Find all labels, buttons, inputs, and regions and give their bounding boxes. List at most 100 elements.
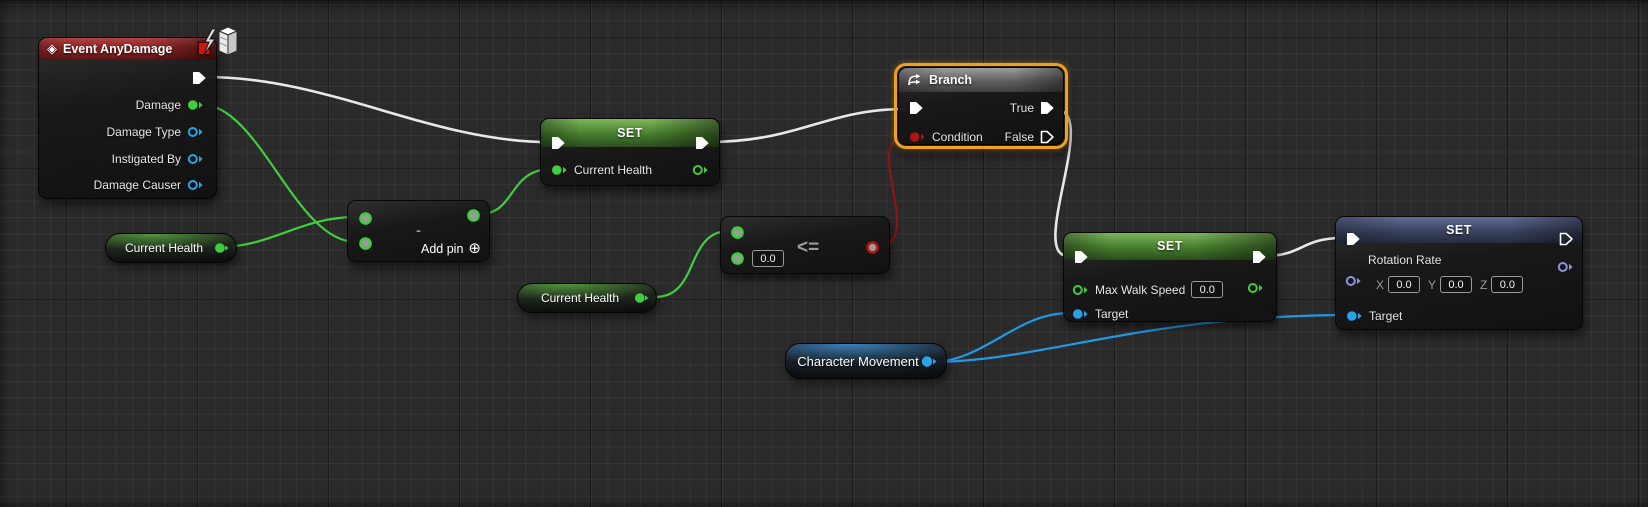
character-movement-label: Character Movement: [797, 353, 919, 369]
wire-exec-event-to-set-currenthealth[interactable]: [204, 75, 551, 144]
rotation-rate-x-field[interactable]: [1388, 276, 1421, 293]
set-max-walk-speed-output-pin[interactable]: [1247, 282, 1264, 297]
set-rotation-rate-title: SET: [1446, 222, 1472, 237]
node-set-max-walk-speed[interactable]: SET Max Walk Speed Target: [1063, 232, 1277, 322]
less-equal-output-pin[interactable]: [865, 240, 880, 258]
branch-false-exec-pin: [1040, 130, 1054, 144]
subtract-input-b-pin[interactable]: [358, 236, 373, 254]
damage-pin-label: Damage: [135, 98, 181, 112]
current-health-1-output-pin[interactable]: [214, 242, 229, 257]
event-damagetype-pin-row[interactable]: Damage Type: [107, 125, 205, 139]
target-pin-icon: [1073, 309, 1088, 319]
branch-selection-outline: Branch Condition True False: [894, 63, 1068, 149]
axis-z-label: Z: [1480, 277, 1488, 292]
branch-true-label: True: [1009, 101, 1034, 115]
node-branch[interactable]: Branch Condition True False: [898, 67, 1064, 145]
set-max-walk-speed-input-row[interactable]: Max Walk Speed: [1072, 281, 1224, 298]
branch-header: Branch: [899, 68, 1063, 92]
set-current-health-header: SET: [541, 119, 719, 147]
target-pin-label: Target: [1095, 307, 1129, 321]
event-damage-pin-row[interactable]: Damage: [136, 98, 204, 112]
branch-true-row[interactable]: True: [1010, 101, 1055, 115]
rotation-rate-xyz-row: X Y Z: [1376, 276, 1524, 293]
event-exec-out-pin[interactable]: [192, 71, 207, 88]
max-walk-speed-pin-icon: [1072, 284, 1088, 295]
less-equal-b-value-field[interactable]: [752, 250, 784, 267]
current-health-1-label: Current Health: [124, 241, 204, 255]
set-max-walk-speed-target-row[interactable]: Target: [1072, 307, 1128, 321]
set-rotation-rate-header: SET: [1336, 217, 1582, 243]
subtract-operator-glyph: -: [416, 222, 421, 238]
rotation-rate-z-field[interactable]: [1491, 276, 1524, 293]
set-current-health-exec-out-pin[interactable]: [695, 136, 710, 153]
event-diamond-icon: ◈: [47, 40, 57, 56]
branch-true-exec-pin: [1041, 102, 1054, 114]
set-rotation-rate-target-row[interactable]: Target: [1346, 309, 1402, 323]
character-movement-output-pin[interactable]: [921, 355, 937, 371]
damage-type-pin-label: Damage Type: [106, 125, 182, 139]
branch-condition-label: Condition: [932, 130, 983, 144]
event-node-corner-icon: [203, 26, 239, 56]
node-get-current-health-1[interactable]: Current Health: [105, 233, 237, 263]
set-current-health-input-row[interactable]: Current Health: [551, 163, 652, 177]
set-rotation-rate-exec-in-pin[interactable]: [1346, 232, 1361, 249]
circled-plus-icon: ⊕: [468, 240, 481, 257]
less-equal-input-a-pin[interactable]: [730, 225, 745, 243]
node-get-character-movement[interactable]: Character Movement: [785, 343, 947, 379]
node-event-anydamage[interactable]: ◈ Event AnyDamage Damage Damage Type Ins…: [38, 26, 239, 199]
wire-currenthealth2-to-lessequal[interactable]: [653, 229, 731, 299]
set-rotation-rate-output-pin[interactable]: [1557, 261, 1574, 276]
set-max-walk-speed-title: SET: [1157, 239, 1183, 253]
axis-y-label: Y: [1428, 277, 1437, 292]
branch-condition-pin-icon: [910, 132, 925, 142]
blueprint-graph-canvas[interactable]: ◈ Event AnyDamage Damage Damage Type Ins…: [0, 0, 1648, 507]
set-rotation-rate-exec-out-pin[interactable]: [1559, 232, 1574, 249]
less-equal-operator-glyph: <=: [797, 237, 820, 258]
wire-charactermovement-to-setrotationrate-target[interactable]: [928, 313, 1346, 364]
axis-x-label: X: [1376, 277, 1385, 292]
branch-condition-row[interactable]: Condition: [909, 130, 983, 144]
branch-exec-in-pin[interactable]: [909, 101, 924, 118]
rotation-rate-input-pin[interactable]: [1345, 275, 1362, 290]
damage-causer-pin-label: Damage Causer: [93, 178, 181, 192]
wire-currenthealth1-to-subtract-a[interactable]: [217, 215, 358, 249]
wire-exec-set-currenthealth-to-branch[interactable]: [705, 107, 908, 144]
set-current-health-exec-in-pin[interactable]: [551, 136, 566, 153]
instigated-by-pin-icon: [187, 154, 203, 164]
set-current-health-output-pin[interactable]: [692, 164, 709, 179]
add-pin-label: Add pin: [421, 242, 464, 256]
subtract-add-pin-button[interactable]: Add pin ⊕: [421, 240, 481, 257]
lightning-bolt-icon: [203, 28, 217, 56]
node-set-rotation-rate[interactable]: SET Rotation Rate X Y Z Target: [1335, 216, 1583, 330]
branch-false-label: False: [1004, 130, 1034, 144]
target-pin-label: Target: [1369, 309, 1403, 323]
set-max-walk-speed-exec-in-pin[interactable]: [1074, 250, 1089, 267]
rotation-rate-y-field[interactable]: [1440, 276, 1473, 293]
set-current-health-pin-label: Current Health: [574, 163, 653, 177]
max-walk-speed-pin-label: Max Walk Speed: [1095, 282, 1186, 297]
branch-false-row[interactable]: False: [1005, 130, 1055, 144]
max-walk-speed-value-field[interactable]: [1191, 281, 1224, 298]
event-anydamage-header: ◈ Event AnyDamage: [39, 38, 216, 60]
node-less-equal[interactable]: <=: [720, 216, 890, 274]
node-get-current-health-2[interactable]: Current Health: [517, 283, 657, 313]
wire-damage-to-subtract-b[interactable]: [198, 102, 358, 244]
set-max-walk-speed-header: SET: [1064, 233, 1276, 260]
event-anydamage-title: Event AnyDamage: [63, 41, 173, 56]
node-set-current-health[interactable]: SET Current Health: [540, 118, 720, 186]
target-pin-icon: [1347, 311, 1362, 321]
damage-pin-icon: [188, 100, 203, 110]
event-instigatedby-pin-row[interactable]: Instigated By: [112, 152, 204, 166]
branch-title: Branch: [929, 72, 973, 87]
node-subtract[interactable]: - Add pin ⊕: [347, 200, 490, 262]
branch-icon: [908, 74, 921, 86]
current-health-2-output-pin[interactable]: [634, 292, 649, 307]
rotation-rate-pin-label: Rotation Rate: [1368, 253, 1442, 267]
set-max-walk-speed-exec-out-pin[interactable]: [1252, 250, 1267, 267]
current-health-2-label: Current Health: [540, 291, 620, 305]
wire-charactermovement-to-setmaxwalkspeed-target[interactable]: [928, 311, 1072, 364]
current-health-input-pin-icon: [552, 165, 567, 175]
event-damagecauser-pin-row[interactable]: Damage Causer: [94, 178, 204, 192]
set-current-health-title: SET: [617, 125, 643, 140]
less-equal-input-b-pin[interactable]: [730, 251, 745, 269]
